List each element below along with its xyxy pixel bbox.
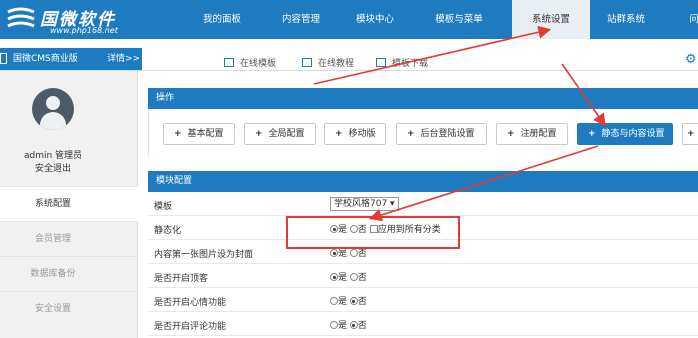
nav-site-group[interactable]: 站群系统 — [590, 0, 662, 39]
config-row-digg: 是否开启顶客 是 否 — [148, 265, 698, 288]
plus-icon: + — [174, 129, 182, 139]
comments-yes-radio[interactable] — [330, 321, 338, 329]
global-config-button[interactable]: + 全局配置 — [244, 123, 316, 145]
row-label: 是否开启评论功能 — [154, 322, 227, 332]
online-templates-link[interactable]: 在线模板 — [224, 56, 276, 69]
annotation-highlight-box — [286, 216, 460, 249]
mobile-version-button[interactable]: + 移动版 — [324, 123, 386, 145]
document-icon — [0, 53, 7, 64]
sidebar-item-member-management[interactable]: 会员管理 — [0, 221, 138, 256]
nav-module-center[interactable]: 模块中心 — [340, 0, 410, 39]
nav-content-management[interactable]: 内容管理 — [266, 0, 336, 39]
plus-icon: + — [407, 129, 415, 139]
logo-icon — [7, 7, 35, 28]
digg-no-radio[interactable] — [349, 273, 358, 281]
plus-icon: + — [687, 129, 695, 139]
logo[interactable]: 国微软件 www.php168.net — [6, 4, 136, 36]
module-config-header: 模块配置 — [148, 171, 698, 192]
book-icon — [302, 58, 312, 67]
online-tutorials-link[interactable]: 在线教程 — [302, 56, 354, 69]
download-icon — [376, 58, 386, 67]
version-label: 国微CMS商业版 — [13, 54, 78, 64]
avatar — [32, 88, 74, 130]
mood-no-radio[interactable] — [349, 297, 358, 305]
row-label: 内容第一张图片设为封面 — [154, 250, 254, 260]
plus-icon: + — [507, 129, 515, 139]
plus-icon: + — [255, 129, 263, 139]
module-config-panel: 模板 学校风格707 ▾ 静态化 是 否 应用到所有分类 内容第一张图片设为封面… — [148, 193, 698, 338]
nav-system-settings[interactable]: 系统设置 — [512, 0, 590, 39]
details-link[interactable]: 详情>> — [107, 48, 140, 70]
comments-no-radio[interactable] — [349, 321, 358, 329]
register-config-button[interactable]: + 注册配置 — [496, 123, 568, 145]
mood-yes-radio[interactable] — [330, 297, 338, 305]
logout-link[interactable]: 安全退出 — [0, 161, 106, 174]
ops-panel: + 基本配置 + 全局配置 + 移动版 + 后台登陆设置 + 注册配置 + 静态与内容设置 … — [148, 109, 698, 155]
row-label: 静态化 — [154, 226, 182, 236]
plus-icon: + — [335, 129, 343, 139]
top-bar: 国微软件 www.php168.net 我的面板 内容管理 模块中心 模板与菜单… — [0, 0, 698, 39]
config-row-mood: 是否开启心情功能 是 否 — [148, 289, 698, 312]
template-select[interactable]: 学校风格707 ▾ — [330, 197, 399, 211]
row-label: 是否开启顶客 — [154, 274, 209, 284]
template-download-link[interactable]: 模板下载 — [376, 56, 428, 69]
user-name: admin 管理员 — [23, 151, 83, 161]
cover-no-radio[interactable] — [349, 249, 358, 257]
sidebar-item-system-config[interactable]: 系统配置 — [0, 186, 138, 221]
row-label: 模板 — [154, 202, 173, 212]
gear-icon[interactable]: ⚙ — [685, 52, 697, 67]
sub-bar: 国微CMS商业版 详情>> 在线模板 在线教程 模板下载 ⚙ — [0, 39, 698, 71]
static-content-settings-button[interactable]: + 静态与内容设置 — [577, 123, 673, 145]
monitor-icon — [224, 58, 234, 67]
sidebar-item-database-backup[interactable]: 数据库备份 — [0, 256, 138, 291]
logo-url: www.php168.net — [50, 26, 118, 35]
nav-templates-menus[interactable]: 模板与菜单 — [422, 0, 496, 39]
basic-config-button[interactable]: + 基本配置 — [163, 123, 235, 145]
page: 国微软件 www.php168.net 我的面板 内容管理 模块中心 模板与菜单… — [0, 0, 698, 338]
version-bar: 国微CMS商业版 详情>> — [0, 48, 142, 70]
row-label: 是否开启心情功能 — [154, 298, 227, 308]
avatar-body — [40, 112, 66, 130]
avatar-head — [46, 96, 60, 110]
config-row-comments: 是否开启评论功能 是 否 — [148, 313, 698, 336]
ops-panel-header: 操作 — [148, 88, 698, 109]
more-button[interactable]: + — [682, 123, 698, 145]
backend-login-settings-button[interactable]: + 后台登陆设置 — [396, 123, 487, 145]
cover-yes-radio[interactable] — [330, 249, 338, 257]
nav-more[interactable]: 问 — [684, 0, 698, 39]
config-row-template: 模板 学校风格707 ▾ — [148, 193, 698, 216]
plus-icon: + — [588, 129, 596, 139]
digg-yes-radio[interactable] — [330, 273, 338, 281]
nav-my-panel[interactable]: 我的面板 — [190, 0, 254, 39]
sidebar-item-security[interactable]: 安全设置 — [0, 291, 138, 326]
sidebar: admin 管理员 安全退出 系统配置 会员管理 数据库备份 安全设置 — [0, 71, 138, 338]
